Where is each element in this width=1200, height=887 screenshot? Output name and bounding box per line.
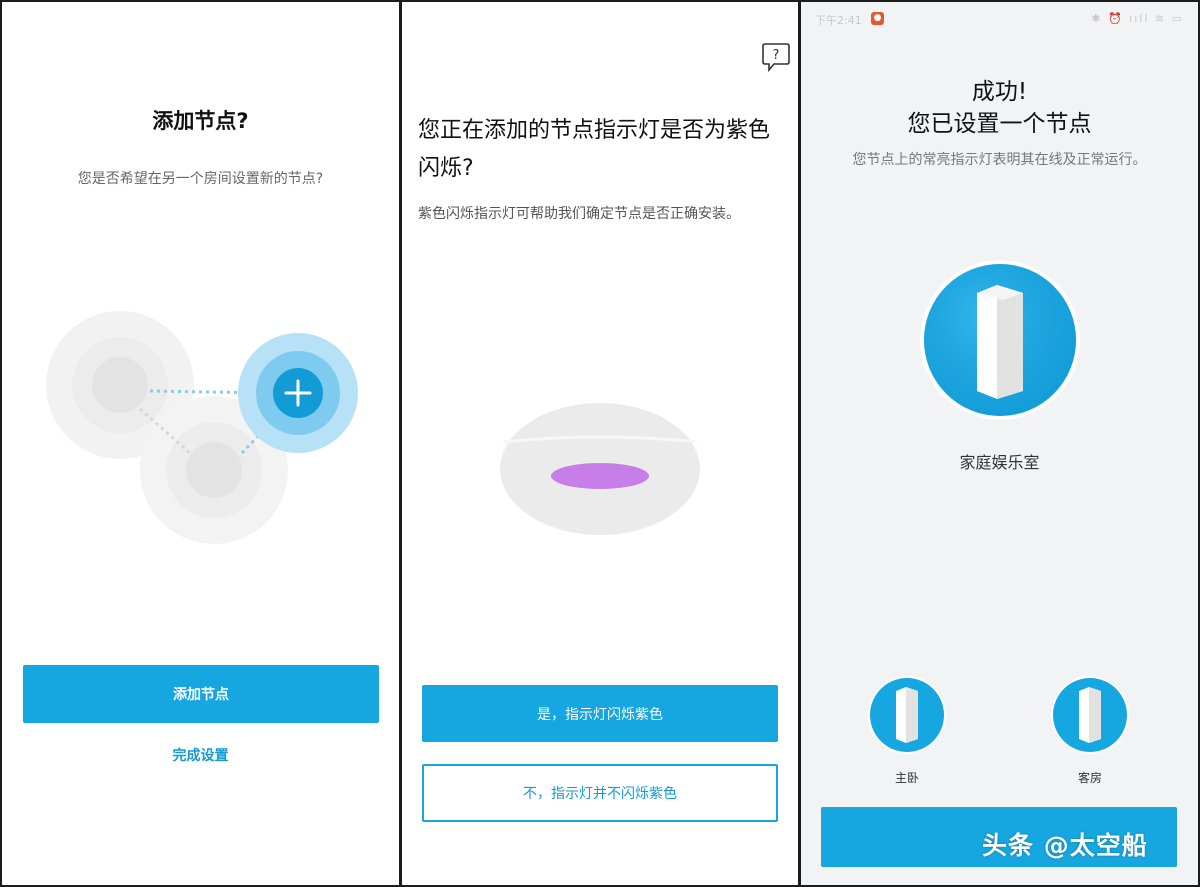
watermark: 头条 @太空船 [982,831,1148,860]
room-label: 客房 [1077,771,1102,785]
svg-text:?: ? [773,48,780,63]
page-title: 添加节点? [152,109,249,133]
title-line-1: 成功! [971,79,1028,105]
nodes-illustration [46,311,358,544]
yes-purple-button[interactable]: 是，指示灯闪烁紫色 [422,685,778,742]
status-bar: 下午2:41 ● ✱ ⏰ ııll ≋ ▭ [815,10,1184,30]
title-line-2: 您已设置一个节点 [907,111,1092,137]
success-panel: 下午2:41 ● ✱ ⏰ ııll ≋ ▭ 成功! 您已设置一个节点 您节点上的… [801,2,1198,885]
page-title: 成功! 您已设置一个节点 [801,76,1198,140]
page-subtitle: 您是否希望在另一个房间设置新的节点? [77,171,324,187]
question-bubble-icon[interactable]: ? [762,42,790,72]
status-time: 下午2:41 [815,14,862,27]
notification-icon: ● [871,12,884,25]
finish-setup-link[interactable]: 完成设置 [2,745,399,765]
page-title: 您正在添加的节点指示灯是否为紫色闪烁? [418,118,771,181]
purple-light-panel: ? 您正在添加的节点指示灯是否为紫色闪烁? 紫色闪烁指示灯可帮助我们确定节点是否… [402,2,798,885]
status-icons: ✱ ⏰ ııll ≋ ▭ [1091,12,1184,25]
add-node-button[interactable]: 添加节点 [23,665,379,723]
add-node-panel: 添加节点? 您是否希望在另一个房间设置新的节点? 添加节点 完成设置 [2,2,399,885]
page-subtitle: 您节点上的常亮指示灯表明其在线及正常运行。 [852,152,1147,168]
page-subtitle: 紫色闪烁指示灯可帮助我们确定节点是否正确安装。 [418,206,740,222]
node-device-icon [868,676,946,754]
main-room-label: 家庭娱乐室 [959,453,1040,472]
room-label: 主卧 [894,771,919,785]
no-purple-button[interactable]: 不，指示灯并不闪烁紫色 [422,764,778,822]
purple-light-illustration [500,403,700,535]
node-device-icon [1051,676,1129,754]
node-device-icon [920,260,1080,420]
